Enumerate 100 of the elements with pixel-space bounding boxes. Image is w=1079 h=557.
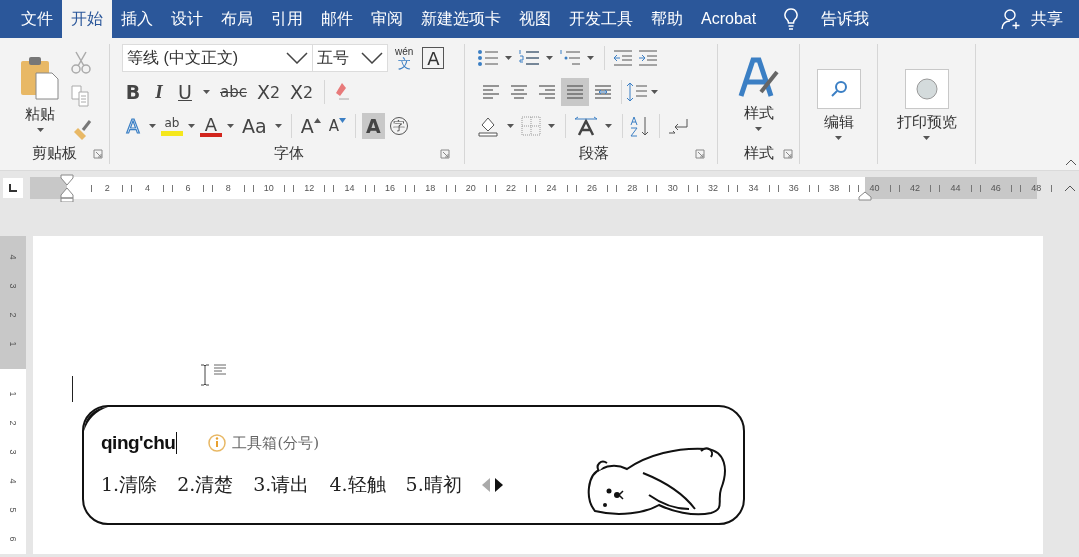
menu-tab[interactable]: Acrobat — [692, 0, 766, 38]
share-button[interactable]: 共享 — [1027, 8, 1067, 30]
caret-icon[interactable] — [505, 56, 512, 60]
menu-tab[interactable]: 开发工具 — [560, 0, 642, 38]
styles-button[interactable]: 样式 — [730, 44, 787, 142]
multilevel-list-icon[interactable] — [559, 48, 581, 68]
ruler-number: 2 — [7, 419, 19, 427]
font-format-button[interactable]: I — [148, 79, 170, 105]
phonetic-guide-button[interactable]: wén 文 — [395, 46, 414, 70]
caret-icon[interactable] — [203, 90, 210, 94]
indent-marker-icon[interactable] — [60, 174, 74, 202]
ime-candidate[interactable]: 4.轻触 — [329, 472, 386, 498]
menu-tab[interactable]: 文件 — [12, 0, 62, 38]
dialog-launcher-icon[interactable] — [783, 149, 793, 159]
menu-tab[interactable]: 引用 — [262, 0, 312, 38]
text-direction-icon[interactable] — [573, 115, 599, 137]
font-format-button[interactable]: U — [174, 79, 196, 105]
caret-icon[interactable] — [587, 56, 594, 60]
print-preview-button[interactable]: 打印预览 — [878, 44, 975, 164]
ime-candidate[interactable]: 1.清除 — [101, 472, 158, 498]
menu-tab[interactable]: 设计 — [162, 0, 212, 38]
scroll-up-icon[interactable] — [1064, 184, 1076, 192]
font-format-button[interactable]: A — [361, 113, 385, 139]
align-lines-icon — [481, 82, 501, 102]
font-size-dropdown[interactable]: 五号 — [312, 44, 388, 72]
align-button[interactable] — [561, 78, 589, 106]
ime-candidate[interactable]: 5.晴初 — [405, 472, 462, 498]
group-label: 字体 — [274, 143, 304, 163]
right-indent-marker-icon[interactable] — [858, 191, 872, 201]
font-name-dropdown[interactable]: 等线 (中文正文) — [122, 44, 313, 72]
ruler-number: 3 — [7, 448, 19, 456]
menu-tab[interactable]: 审阅 — [362, 0, 412, 38]
caret-icon[interactable] — [546, 56, 553, 60]
search-icon — [829, 79, 848, 98]
caret-icon[interactable] — [274, 124, 282, 128]
font-format-button[interactable]: A — [200, 115, 222, 137]
person-add-icon[interactable] — [1001, 8, 1021, 30]
caret-icon — [755, 126, 762, 131]
scissors-icon[interactable] — [70, 50, 92, 74]
font-format-button[interactable]: Aa — [239, 113, 270, 139]
align-lines-icon — [537, 82, 557, 102]
shading-icon[interactable] — [477, 115, 501, 137]
ruler-number: 5 — [7, 506, 19, 514]
ime-candidate[interactable]: 3.请出 — [253, 472, 310, 498]
line-spacing-icon[interactable] — [626, 81, 648, 103]
ruler-number: 3 — [7, 282, 19, 290]
increase-indent-icon[interactable] — [637, 48, 659, 68]
menu-tab[interactable]: 开始 — [62, 0, 112, 38]
collapse-ribbon-icon[interactable] — [1065, 158, 1077, 166]
chevron-down-icon — [286, 52, 308, 64]
ruler-number: 4 — [7, 253, 19, 262]
increase-triangle-icon — [313, 117, 321, 123]
dialog-launcher-icon[interactable] — [695, 149, 705, 159]
caret-icon[interactable] — [149, 124, 156, 128]
caret-icon — [923, 135, 930, 140]
clipboard-icon — [20, 54, 60, 101]
ime-candidate[interactable]: 2.清楚 — [177, 472, 234, 498]
menu-tab[interactable]: 插入 — [112, 0, 162, 38]
group-label: 剪贴板 — [32, 143, 77, 163]
dialog-launcher-icon[interactable] — [440, 149, 450, 159]
paste-button[interactable]: 粘贴 — [14, 44, 66, 142]
caret-icon[interactable] — [605, 124, 612, 128]
numbered-list-icon[interactable] — [518, 48, 540, 68]
font-format-button[interactable]: B — [122, 79, 144, 105]
next-page-icon[interactable] — [494, 478, 504, 492]
text-cursor-icon — [199, 364, 229, 386]
font-format-button[interactable]: A — [325, 113, 349, 139]
caret-icon[interactable] — [188, 124, 195, 128]
menu-tab[interactable]: 新建选项卡 — [412, 0, 510, 38]
bullet-list-icon[interactable] — [477, 48, 499, 68]
caret-icon — [835, 135, 842, 140]
font-format-button[interactable]: abc — [217, 79, 250, 105]
align-lines-icon — [593, 82, 613, 102]
group-label: 段落 — [579, 143, 609, 163]
menu-tab[interactable]: 帮助 — [642, 0, 692, 38]
ruler-number: 1 — [7, 390, 19, 398]
pinyin-composition: qing'chu — [101, 432, 178, 454]
caret-icon[interactable] — [651, 90, 658, 94]
caret-icon[interactable] — [548, 124, 555, 128]
menu-tab[interactable]: 视图 — [510, 0, 560, 38]
decrease-triangle-icon — [338, 117, 346, 123]
ruler-number: 2 — [7, 311, 19, 319]
lightbulb-icon[interactable] — [783, 7, 800, 31]
ruler-number: 6 — [7, 535, 19, 543]
menu-tab[interactable]: 邮件 — [312, 0, 362, 38]
caret-icon[interactable] — [227, 124, 234, 128]
toolbox-hint[interactable]: 工具箱(分号) — [232, 433, 320, 453]
info-icon[interactable] — [207, 433, 228, 453]
tab-stop-selector[interactable] — [3, 178, 23, 198]
menu-tab[interactable]: 布局 — [212, 0, 262, 38]
ruler-number: 4 — [7, 477, 19, 486]
font-format-button[interactable]: ab — [161, 116, 183, 136]
dialog-launcher-icon[interactable] — [93, 149, 103, 159]
font-format-button[interactable]: A — [297, 113, 324, 139]
tell-me-button[interactable]: 告诉我 — [817, 8, 874, 30]
character-border-button[interactable]: A — [422, 47, 445, 69]
caret-icon[interactable] — [507, 124, 514, 128]
editing-button[interactable]: 编辑 — [800, 44, 877, 164]
decrease-indent-icon[interactable] — [612, 48, 634, 68]
ruler-number: 1 — [7, 340, 19, 348]
